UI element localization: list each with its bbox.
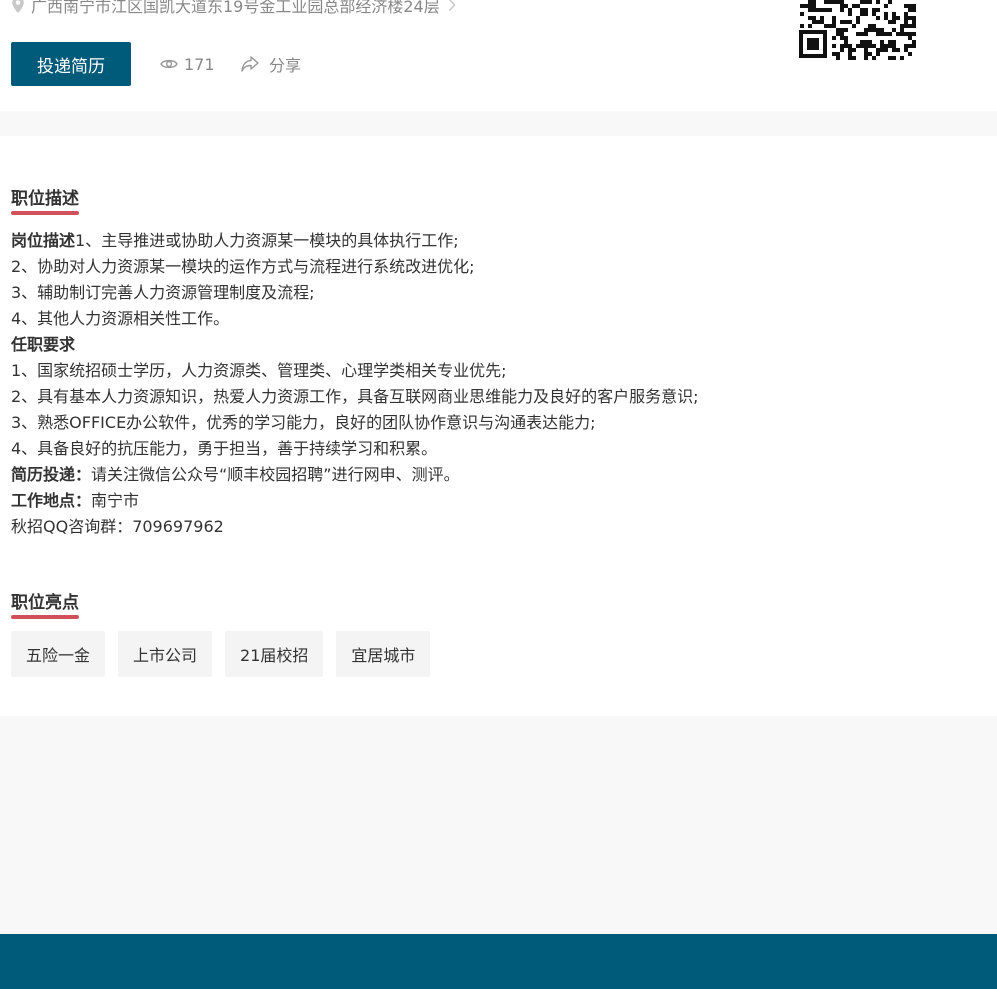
description-line: 3、辅助制订完善人力资源管理制度及流程;	[11, 280, 971, 306]
highlight-tag: 宜居城市	[336, 631, 431, 677]
job-header: 广西南宁市江区国凯大道东19号金工业园总部经济楼24层 投递简历 171 分享	[0, 0, 997, 111]
heading-underline	[11, 615, 79, 619]
address-row[interactable]: 广西南宁市江区国凯大道东19号金工业园总部经济楼24层	[11, 0, 456, 19]
view-count-value: 171	[184, 54, 215, 74]
map-pin-icon	[12, 0, 24, 13]
description-line: 简历投递：请关注微信公众号“顺丰校园招聘”进行网申、测评。	[11, 462, 971, 488]
description-line-text: 2、协助对人力资源某一模块的运作方式与流程进行系统改进优化;	[11, 257, 475, 276]
highlight-tag: 21届校招	[225, 631, 324, 677]
description-line-text: 秋招QQ咨询群：709697962	[11, 517, 224, 536]
apply-resume-button[interactable]: 投递简历	[11, 42, 131, 86]
description-line-text: 1、国家统招硕士学历，人力资源类、管理类、心理学类相关专业优先;	[11, 361, 507, 380]
description-line-text: 请关注微信公众号“顺丰校园招聘”进行网申、测评。	[91, 465, 460, 484]
share-arrow-icon	[241, 56, 259, 72]
eye-icon	[160, 59, 178, 69]
description-line-label: 任职要求	[11, 335, 76, 354]
description-line-label: 简历投递：	[11, 465, 92, 484]
description-line: 工作地点：南宁市	[11, 488, 971, 514]
description-line-text: 1、主导推进或协助人力资源某一模块的具体执行工作;	[75, 231, 459, 250]
description-heading-text: 职位描述	[11, 189, 79, 209]
description-line-label: 工作地点：	[11, 491, 92, 510]
description-heading: 职位描述	[11, 188, 79, 215]
description-line-text: 2、具有基本人力资源知识，热爱人力资源工作，具备互联网商业思维能力及良好的客户服…	[11, 387, 699, 406]
description-line: 任职要求	[11, 332, 971, 358]
description-body: 岗位描述1、主导推进或协助人力资源某一模块的具体执行工作; 2、协助对人力资源某一…	[11, 228, 971, 540]
description-line-text: 南宁市	[91, 491, 140, 510]
highlight-tags: 五险一金 上市公司 21届校招 宜居城市	[11, 631, 431, 677]
qr-code-icon	[799, 0, 916, 60]
description-line: 2、协助对人力资源某一模块的运作方式与流程进行系统改进优化;	[11, 254, 971, 280]
description-line-text: 3、辅助制订完善人力资源管理制度及流程;	[11, 283, 315, 302]
description-line: 秋招QQ咨询群：709697962	[11, 514, 971, 540]
address-text: 广西南宁市江区国凯大道东19号金工业园总部经济楼24层	[31, 0, 440, 16]
description-line: 4、其他人力资源相关性工作。	[11, 306, 971, 332]
share-label: 分享	[269, 56, 302, 75]
view-count: 171	[160, 52, 215, 76]
description-line: 3、熟悉OFFICE办公软件，优秀的学习能力，良好的团队协作意识与沟通表达能力;	[11, 410, 971, 436]
description-line-label: 岗位描述	[11, 231, 76, 250]
description-line: 2、具有基本人力资源知识，热爱人力资源工作，具备互联网商业思维能力及良好的客户服…	[11, 384, 971, 410]
description-line-text: 4、其他人力资源相关性工作。	[11, 309, 230, 328]
chevron-right-icon	[448, 0, 456, 12]
share-button[interactable]: 分享	[240, 52, 301, 76]
highlight-tag: 五险一金	[11, 631, 106, 677]
highlights-heading-text: 职位亮点	[11, 593, 79, 613]
description-line: 1、国家统招硕士学历，人力资源类、管理类、心理学类相关专业优先;	[11, 358, 971, 384]
job-detail-card: 职位描述 岗位描述1、主导推进或协助人力资源某一模块的具体执行工作; 2、协助对人…	[0, 136, 997, 716]
description-line-text: 4、具备良好的抗压能力，勇于担当，善于持续学习和积累。	[11, 439, 438, 458]
footer-bar	[0, 934, 997, 989]
description-line: 4、具备良好的抗压能力，勇于担当，善于持续学习和积累。	[11, 436, 971, 462]
heading-underline	[11, 211, 79, 215]
description-line-text: 3、熟悉OFFICE办公软件，优秀的学习能力，良好的团队协作意识与沟通表达能力;	[11, 413, 596, 432]
highlight-tag: 上市公司	[118, 631, 213, 677]
highlights-heading: 职位亮点	[11, 592, 79, 619]
qr-code	[799, 0, 917, 62]
description-line: 岗位描述1、主导推进或协助人力资源某一模块的具体执行工作;	[11, 228, 971, 254]
